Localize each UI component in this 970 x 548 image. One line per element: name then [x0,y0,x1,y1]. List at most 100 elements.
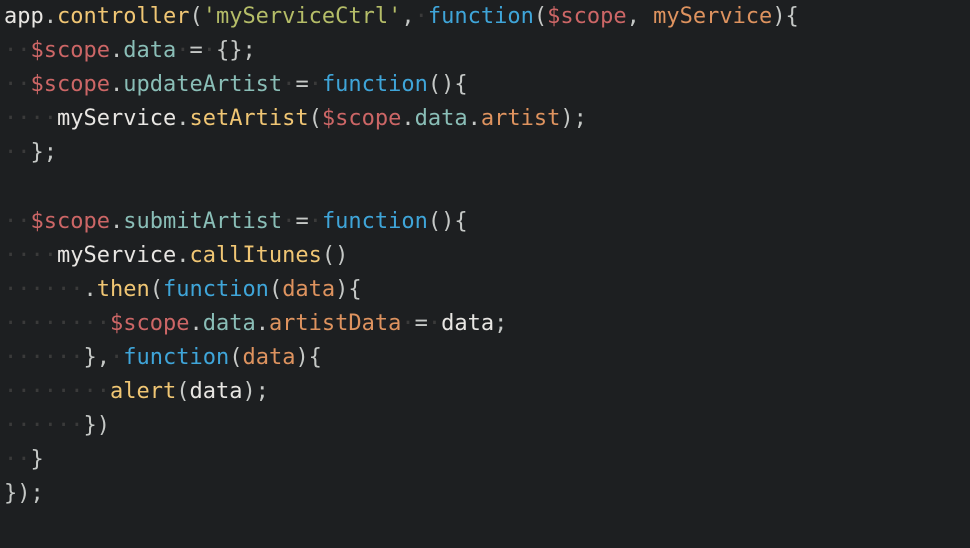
token-paren: ){ [772,4,799,29]
code-line: ······},·function(data){ [4,341,966,375]
code-line: ········$scope.data.artistData·=·data; [4,307,966,341]
code-line: ··} [4,443,966,477]
token-prop-g: data [415,106,468,131]
token-punc: . [44,4,57,29]
token-paren: }, [83,345,110,370]
token-punc: . [401,106,414,131]
token-kw: function [322,72,428,97]
token-red: $scope [110,311,189,336]
token-var: data [441,311,494,336]
token-prop-g: submitArtist [123,209,282,234]
code-line: ··$scope.data·=·{}; [4,34,966,68]
token-paren: ( [269,277,282,302]
token-ws: ···· [4,243,57,268]
code-line: ········alert(data); [4,375,966,409]
token-paren: ); [560,106,587,131]
token-ws: ·· [4,140,31,165]
token-ws: ·· [4,447,31,472]
token-op: = [415,311,428,336]
code-line: app.controller('myServiceCtrl',·function… [4,0,966,34]
token-punc: . [189,311,202,336]
token-ws: ········ [4,379,110,404]
token-ws: ······ [4,413,83,438]
token-prop-o: data [282,277,335,302]
token-prop-o: artist [481,106,560,131]
code-editor[interactable]: app.controller('myServiceCtrl',·function… [4,0,966,511]
token-prop-o: artistData [269,311,401,336]
token-paren: (){ [428,209,468,234]
token-fn-y: controller [57,4,189,29]
token-paren: ); [242,379,269,404]
token-ws: ········ [4,311,110,336]
token-punc: . [110,209,123,234]
code-line: ··}; [4,136,966,170]
token-fn-y: callItunes [189,243,321,268]
token-fn-y: alert [110,379,176,404]
token-red: $scope [31,38,110,63]
token-paren: ( [309,106,322,131]
token-paren: }) [83,413,110,438]
token-kw: function [163,277,269,302]
token-str: 'myServiceCtrl' [203,4,402,29]
token-punc: , [401,4,414,29]
token-op: = [295,209,308,234]
token-punc: . [176,106,189,131]
token-ws: ·· [4,209,31,234]
token-var: data [189,379,242,404]
token-ws: ······ [4,277,83,302]
code-line: }); [4,477,966,511]
token-var: myService [57,106,176,131]
token-fn-y: setArtist [189,106,308,131]
code-line: ··$scope.submitArtist·=·function(){ [4,205,966,239]
token-paren: ( [150,277,163,302]
token-prop-g: data [123,38,176,63]
token-ws: · [428,311,441,336]
token-kw: function [123,345,229,370]
token-ws: ·· [4,72,31,97]
token-ws: · [282,72,295,97]
token-op: = [295,72,308,97]
token-paren: }; [31,140,58,165]
token-ws: · [309,72,322,97]
token-paren: {}; [216,38,256,63]
token-var: app [4,4,44,29]
token-paren: ; [494,311,507,336]
token-var: myService [57,243,176,268]
token-prop-g: updateArtist [123,72,282,97]
token-ws: · [415,4,428,29]
token-punc: . [83,277,96,302]
token-paren: ( [176,379,189,404]
token-ws: · [176,38,189,63]
token-kw: function [322,209,428,234]
token-prop-o: myService [653,4,772,29]
token-red: $scope [31,72,110,97]
token-paren: (){ [428,72,468,97]
token-op: , [627,4,654,29]
token-prop-g: data [203,311,256,336]
token-paren: ( [534,4,547,29]
token-paren: }); [4,481,44,506]
code-line: ····myService.setArtist($scope.data.arti… [4,102,966,136]
token-punc: . [110,72,123,97]
token-ws: · [309,209,322,234]
token-ws: · [110,345,123,370]
token-prop-o: data [242,345,295,370]
code-line: ··$scope.updateArtist·=·function(){ [4,68,966,102]
token-ws: · [282,209,295,234]
token-paren: } [31,447,44,472]
token-paren: () [322,243,349,268]
token-ws: ······ [4,345,83,370]
token-op: = [189,38,202,63]
token-ws: ···· [4,106,57,131]
code-line: ····myService.callItunes() [4,239,966,273]
code-line: ······.then(function(data){ [4,273,966,307]
token-red: $scope [31,209,110,234]
token-punc: . [110,38,123,63]
token-paren: ){ [335,277,362,302]
code-line: ······}) [4,409,966,443]
token-paren: ( [189,4,202,29]
token-kw: function [428,4,534,29]
code-line [4,170,966,204]
token-punc: . [468,106,481,131]
token-fn-y: then [97,277,150,302]
